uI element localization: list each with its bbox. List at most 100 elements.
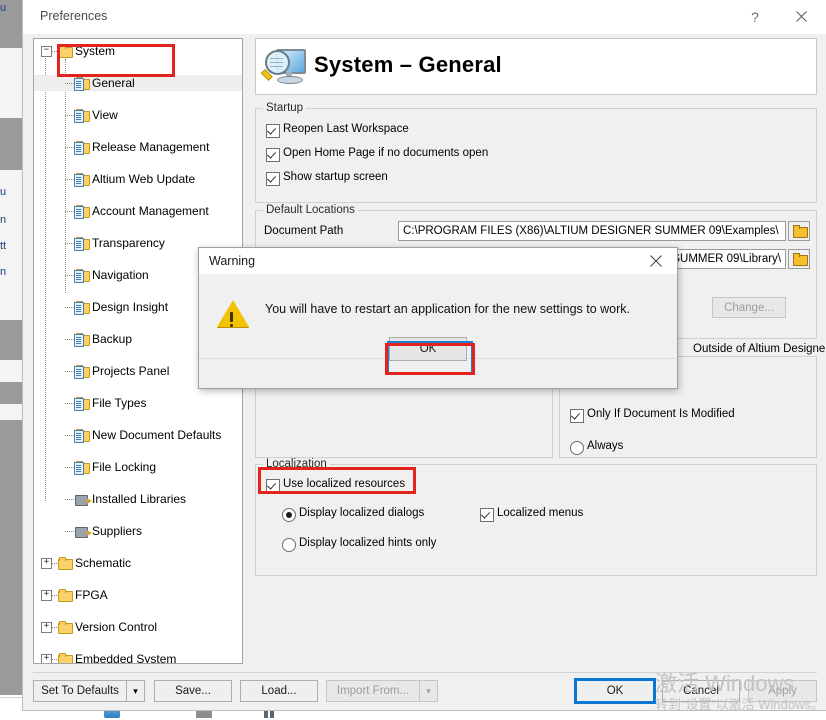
- sidebar-item-label: General: [92, 76, 135, 90]
- sidebar-item-account-management[interactable]: Account Management: [34, 203, 242, 219]
- sidebar-item-file-types[interactable]: File Types: [34, 395, 242, 411]
- save-button[interactable]: Save...: [154, 680, 232, 702]
- tree-guideline: [65, 339, 74, 340]
- tree-guideline: [65, 531, 74, 532]
- bg-text-fragment: tt: [0, 240, 7, 252]
- help-question-icon[interactable]: ?: [733, 0, 777, 33]
- warning-dialog: Warning You will have to restart an appl…: [198, 247, 678, 389]
- sidebar-item-installed-libraries[interactable]: Installed Libraries: [34, 491, 242, 507]
- bg-text-fragment: n: [0, 266, 7, 278]
- checkbox-reopen-last-workspace[interactable]: [266, 124, 280, 138]
- label-open-home-page: Open Home Page if no documents open: [283, 147, 489, 159]
- warning-ok-button[interactable]: OK: [389, 337, 467, 361]
- folder-icon: [57, 652, 73, 663]
- sidebar-item-altium-web-update[interactable]: Altium Web Update: [34, 171, 242, 187]
- folder-icon: [57, 588, 73, 602]
- sidebar-item-label: New Document Defaults: [92, 428, 222, 442]
- tree-guideline: [65, 403, 74, 404]
- label-outside-of-altium-designer: Outside of Altium Designer: [693, 343, 826, 355]
- sidebar-item-new-document-defaults[interactable]: New Document Defaults: [34, 427, 242, 443]
- tree-item-system[interactable]: − System: [34, 43, 242, 59]
- checkbox-use-localized-resources[interactable]: [266, 479, 280, 493]
- sidebar-item-label: Account Management: [92, 204, 209, 218]
- sidebar-item-file-locking[interactable]: File Locking: [34, 459, 242, 475]
- group-label-default-locations: Default Locations: [263, 204, 358, 216]
- localization-group: Localization Use localized resources Dis…: [255, 458, 817, 576]
- set-to-defaults-button[interactable]: Set To Defaults: [33, 680, 127, 702]
- footer-divider: [33, 672, 817, 673]
- group-label-localization: Localization: [263, 458, 330, 470]
- folder-browse-icon[interactable]: [788, 249, 810, 269]
- checkbox-localized-menus[interactable]: [480, 508, 494, 522]
- sidebar-item-label: Navigation: [92, 268, 149, 282]
- warning-dialog-titlebar: Warning: [199, 248, 677, 274]
- sidebar-item-version-control[interactable]: + Version Control: [34, 619, 242, 635]
- sidebar-item-label: Altium Web Update: [92, 172, 196, 186]
- folder-document-icon: [74, 396, 90, 411]
- radio-display-localized-dialogs[interactable]: [282, 508, 296, 522]
- radio-always[interactable]: [570, 441, 584, 455]
- tree-guideline: [65, 179, 74, 180]
- checkbox-show-startup-screen[interactable]: [266, 172, 280, 186]
- load-button[interactable]: Load...: [240, 680, 318, 702]
- panel-header: System – General: [255, 38, 817, 95]
- tree-guideline: [65, 115, 74, 116]
- label-document-path: Document Path: [264, 225, 344, 237]
- warning-dialog-title: Warning: [209, 254, 256, 268]
- folder-icon: [57, 620, 73, 634]
- sidebar-item-label: File Locking: [92, 460, 157, 474]
- import-from-dropdown: ▾: [420, 680, 438, 702]
- sidebar-item-general[interactable]: General: [34, 75, 242, 91]
- tree-guideline: [65, 467, 74, 468]
- label-use-localized-resources: Use localized resources: [283, 478, 406, 490]
- folder-icon: [57, 44, 73, 58]
- sidebar-item-embedded-system[interactable]: + Embedded System: [34, 651, 242, 663]
- folder-document-icon: [74, 428, 90, 443]
- sidebar-item-schematic[interactable]: + Schematic: [34, 555, 242, 571]
- folder-document-icon: [74, 268, 90, 283]
- folder-document-icon: [74, 236, 90, 251]
- folder-document-icon: [74, 364, 90, 379]
- set-to-defaults-dropdown[interactable]: ▾: [127, 680, 145, 702]
- label-display-localized-hints-only: Display localized hints only: [299, 537, 437, 549]
- apply-button: Apply: [748, 680, 817, 702]
- close-icon[interactable]: [635, 248, 677, 273]
- label-show-startup-screen: Show startup screen: [283, 171, 388, 183]
- folder-document-icon: [74, 460, 90, 475]
- cancel-button[interactable]: Cancel: [662, 680, 740, 702]
- sidebar-item-label: Installed Libraries: [92, 492, 187, 506]
- checkbox-open-home-page[interactable]: [266, 148, 280, 162]
- sidebar-item-label: Schematic: [75, 556, 132, 570]
- page-title: System – General: [314, 52, 502, 77]
- startup-group: Startup Reopen Last Workspace Open Home …: [255, 102, 817, 203]
- plugin-icon: [74, 492, 92, 506]
- sidebar-item-release-management[interactable]: Release Management: [34, 139, 242, 155]
- folder-document-icon: [74, 204, 90, 219]
- tree-guideline: [65, 243, 74, 244]
- system-monitor-magnifier-icon: [260, 47, 306, 87]
- tree-item-label: System: [75, 44, 116, 58]
- label-always: Always: [587, 440, 624, 452]
- sidebar-item-suppliers[interactable]: Suppliers: [34, 523, 242, 539]
- checkbox-only-if-document-is-modified[interactable]: [570, 409, 584, 423]
- tree-guideline: [65, 499, 74, 500]
- tree-guideline: [65, 435, 74, 436]
- tree-guideline: [65, 275, 74, 276]
- warning-triangle-icon: [230, 312, 233, 322]
- sidebar-item-fpga[interactable]: + FPGA: [34, 587, 242, 603]
- ok-button[interactable]: OK: [574, 678, 656, 704]
- warning-message: You will have to restart an application …: [265, 302, 631, 316]
- document-path-input[interactable]: C:\PROGRAM FILES (X86)\ALTIUM DESIGNER S…: [398, 221, 786, 241]
- window-title: Preferences: [40, 9, 108, 23]
- tree-guideline: [65, 211, 74, 212]
- warning-triangle-icon: [230, 324, 233, 327]
- folder-document-icon: [74, 332, 90, 347]
- close-icon[interactable]: [779, 0, 823, 33]
- sidebar-item-view[interactable]: View: [34, 107, 242, 123]
- folder-document-icon: [74, 172, 90, 187]
- folder-icon: [57, 556, 73, 570]
- radio-display-localized-hints-only[interactable]: [282, 538, 296, 552]
- sidebar-item-label: Transparency: [92, 236, 165, 250]
- label-localized-menus: Localized menus: [497, 507, 584, 519]
- folder-browse-icon[interactable]: [788, 221, 810, 241]
